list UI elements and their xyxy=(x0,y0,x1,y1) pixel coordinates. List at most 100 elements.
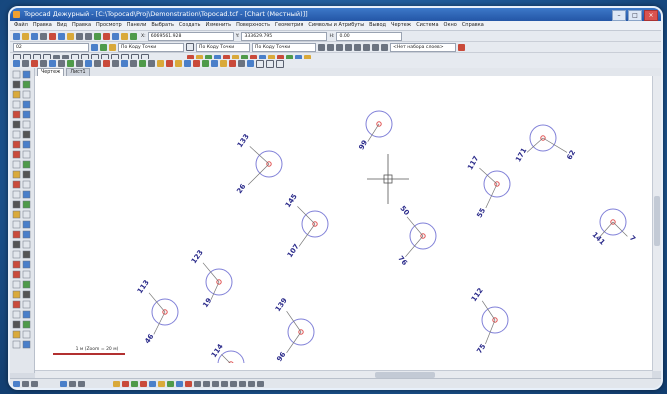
tool-icon[interactable] xyxy=(121,32,128,40)
tool-icon[interactable] xyxy=(22,290,31,299)
print-icon[interactable] xyxy=(40,32,47,40)
menu-item[interactable]: Файл xyxy=(14,21,28,30)
tool-icon[interactable] xyxy=(22,60,29,67)
tool-icon[interactable] xyxy=(157,60,164,67)
tool-icon[interactable] xyxy=(12,130,21,139)
tool-icon[interactable] xyxy=(12,100,21,109)
layer-lock-icon[interactable] xyxy=(109,43,116,51)
z-field[interactable]: 0.00 xyxy=(336,31,403,41)
status-icon[interactable] xyxy=(230,380,237,387)
tool-icon[interactable] xyxy=(22,70,31,79)
tool-icon[interactable] xyxy=(22,130,31,139)
tool-icon[interactable] xyxy=(22,310,31,319)
status-icon[interactable] xyxy=(69,380,76,387)
tool-icon[interactable] xyxy=(13,60,20,67)
zoom-previous-icon[interactable] xyxy=(372,43,379,51)
vertical-scrollbar[interactable] xyxy=(652,76,661,371)
tool-icon[interactable] xyxy=(12,70,21,79)
open-file-icon[interactable] xyxy=(22,32,29,40)
zoom-icon[interactable] xyxy=(318,43,325,51)
tool-icon[interactable] xyxy=(22,250,31,259)
tool-icon[interactable] xyxy=(12,330,21,339)
tool-icon[interactable] xyxy=(22,150,31,159)
status-icon[interactable] xyxy=(60,380,67,387)
menu-item[interactable]: Вид xyxy=(57,21,67,30)
point-code-select[interactable]: По Коду Точки xyxy=(196,42,250,52)
status-icon[interactable] xyxy=(78,380,85,387)
layer-select[interactable]: 02 xyxy=(13,42,89,52)
tool-icon[interactable] xyxy=(112,60,119,67)
status-icon[interactable] xyxy=(122,380,129,387)
menu-item[interactable]: Символы и Атрибуты xyxy=(308,21,364,30)
menu-item[interactable]: Геометрия xyxy=(275,21,303,30)
scroll-thumb[interactable] xyxy=(654,196,660,246)
tool-icon[interactable] xyxy=(22,340,31,349)
menu-item[interactable]: Справка xyxy=(462,21,484,30)
tool-icon[interactable] xyxy=(22,120,31,129)
tool-icon[interactable] xyxy=(238,60,245,67)
undo-icon[interactable] xyxy=(76,32,83,40)
left-tool-icons[interactable] xyxy=(10,68,34,368)
maximize-button[interactable]: □ xyxy=(628,10,642,21)
tool-icon[interactable] xyxy=(139,60,146,67)
status-icon[interactable] xyxy=(203,380,210,387)
tool-icon[interactable] xyxy=(67,60,74,67)
tool-icon[interactable] xyxy=(22,80,31,89)
tool-icon[interactable] xyxy=(12,320,21,329)
tool-icon[interactable] xyxy=(103,32,110,40)
tool-icon[interactable] xyxy=(31,60,38,67)
status-icon[interactable] xyxy=(248,380,255,387)
tool-icon[interactable] xyxy=(22,280,31,289)
tool-icon[interactable] xyxy=(202,60,209,67)
tool-icon[interactable] xyxy=(22,210,31,219)
menu-item[interactable]: Система xyxy=(416,21,438,30)
status-icon[interactable] xyxy=(167,380,174,387)
survey-point[interactable]: 99 xyxy=(357,110,393,151)
survey-point[interactable]: 50 76 xyxy=(396,204,437,267)
tool-icon[interactable] xyxy=(12,90,21,99)
status-icon[interactable] xyxy=(22,380,29,387)
survey-point[interactable]: 117 55 xyxy=(466,155,511,220)
tool-icon[interactable] xyxy=(22,320,31,329)
tool-icon[interactable] xyxy=(94,60,101,67)
status-icon[interactable] xyxy=(221,380,228,387)
tool-icon[interactable] xyxy=(276,59,284,68)
tool-icon[interactable] xyxy=(12,270,21,279)
tool-icon[interactable] xyxy=(247,60,254,67)
tool-icon[interactable] xyxy=(193,60,200,67)
tool-icon[interactable] xyxy=(211,60,218,67)
coord-y-field[interactable]: 333629.795 xyxy=(241,31,328,41)
line-code-select[interactable]: По Коду Точки xyxy=(252,42,316,52)
tool-icon[interactable] xyxy=(40,60,47,67)
tool-icon[interactable] xyxy=(49,60,56,67)
tool-icon[interactable] xyxy=(175,60,182,67)
survey-point[interactable]: 133 26 xyxy=(235,132,283,195)
menu-item[interactable]: Вывод xyxy=(369,21,386,30)
tool-icon[interactable] xyxy=(12,190,21,199)
tool-icon[interactable] xyxy=(22,300,31,309)
tool-icon[interactable] xyxy=(22,90,31,99)
tool-icon[interactable] xyxy=(12,200,21,209)
status-icon[interactable] xyxy=(31,380,38,387)
tool-icon[interactable] xyxy=(58,60,65,67)
tool-icon[interactable] xyxy=(12,140,21,149)
pan-icon[interactable] xyxy=(363,43,370,51)
tool-icon[interactable] xyxy=(94,32,101,40)
status-icon[interactable] xyxy=(185,380,192,387)
tool-icon[interactable] xyxy=(12,160,21,169)
survey-point[interactable]: 113 46 xyxy=(136,278,179,345)
tool-icon[interactable] xyxy=(85,60,92,67)
tab-drawing[interactable]: Чертеж xyxy=(37,68,65,76)
tool-icon[interactable] xyxy=(12,150,21,159)
survey-point[interactable]: 145 107 xyxy=(284,192,329,259)
tool-icon[interactable] xyxy=(266,59,274,68)
tool-icon[interactable] xyxy=(12,210,21,219)
drawing-canvas[interactable]: 1 м (Zoom = 20 м) 99 133 26 171 62 117 55 145 10… xyxy=(35,76,652,371)
survey-point[interactable]: 114 xyxy=(210,342,245,371)
redraw-icon[interactable] xyxy=(381,43,388,51)
survey-point[interactable]: 171 62 xyxy=(514,124,577,163)
tool-icon[interactable] xyxy=(22,260,31,269)
tool-icon[interactable] xyxy=(12,110,21,119)
menu-item[interactable]: Правка xyxy=(72,21,91,30)
tool-icon[interactable] xyxy=(130,60,137,67)
